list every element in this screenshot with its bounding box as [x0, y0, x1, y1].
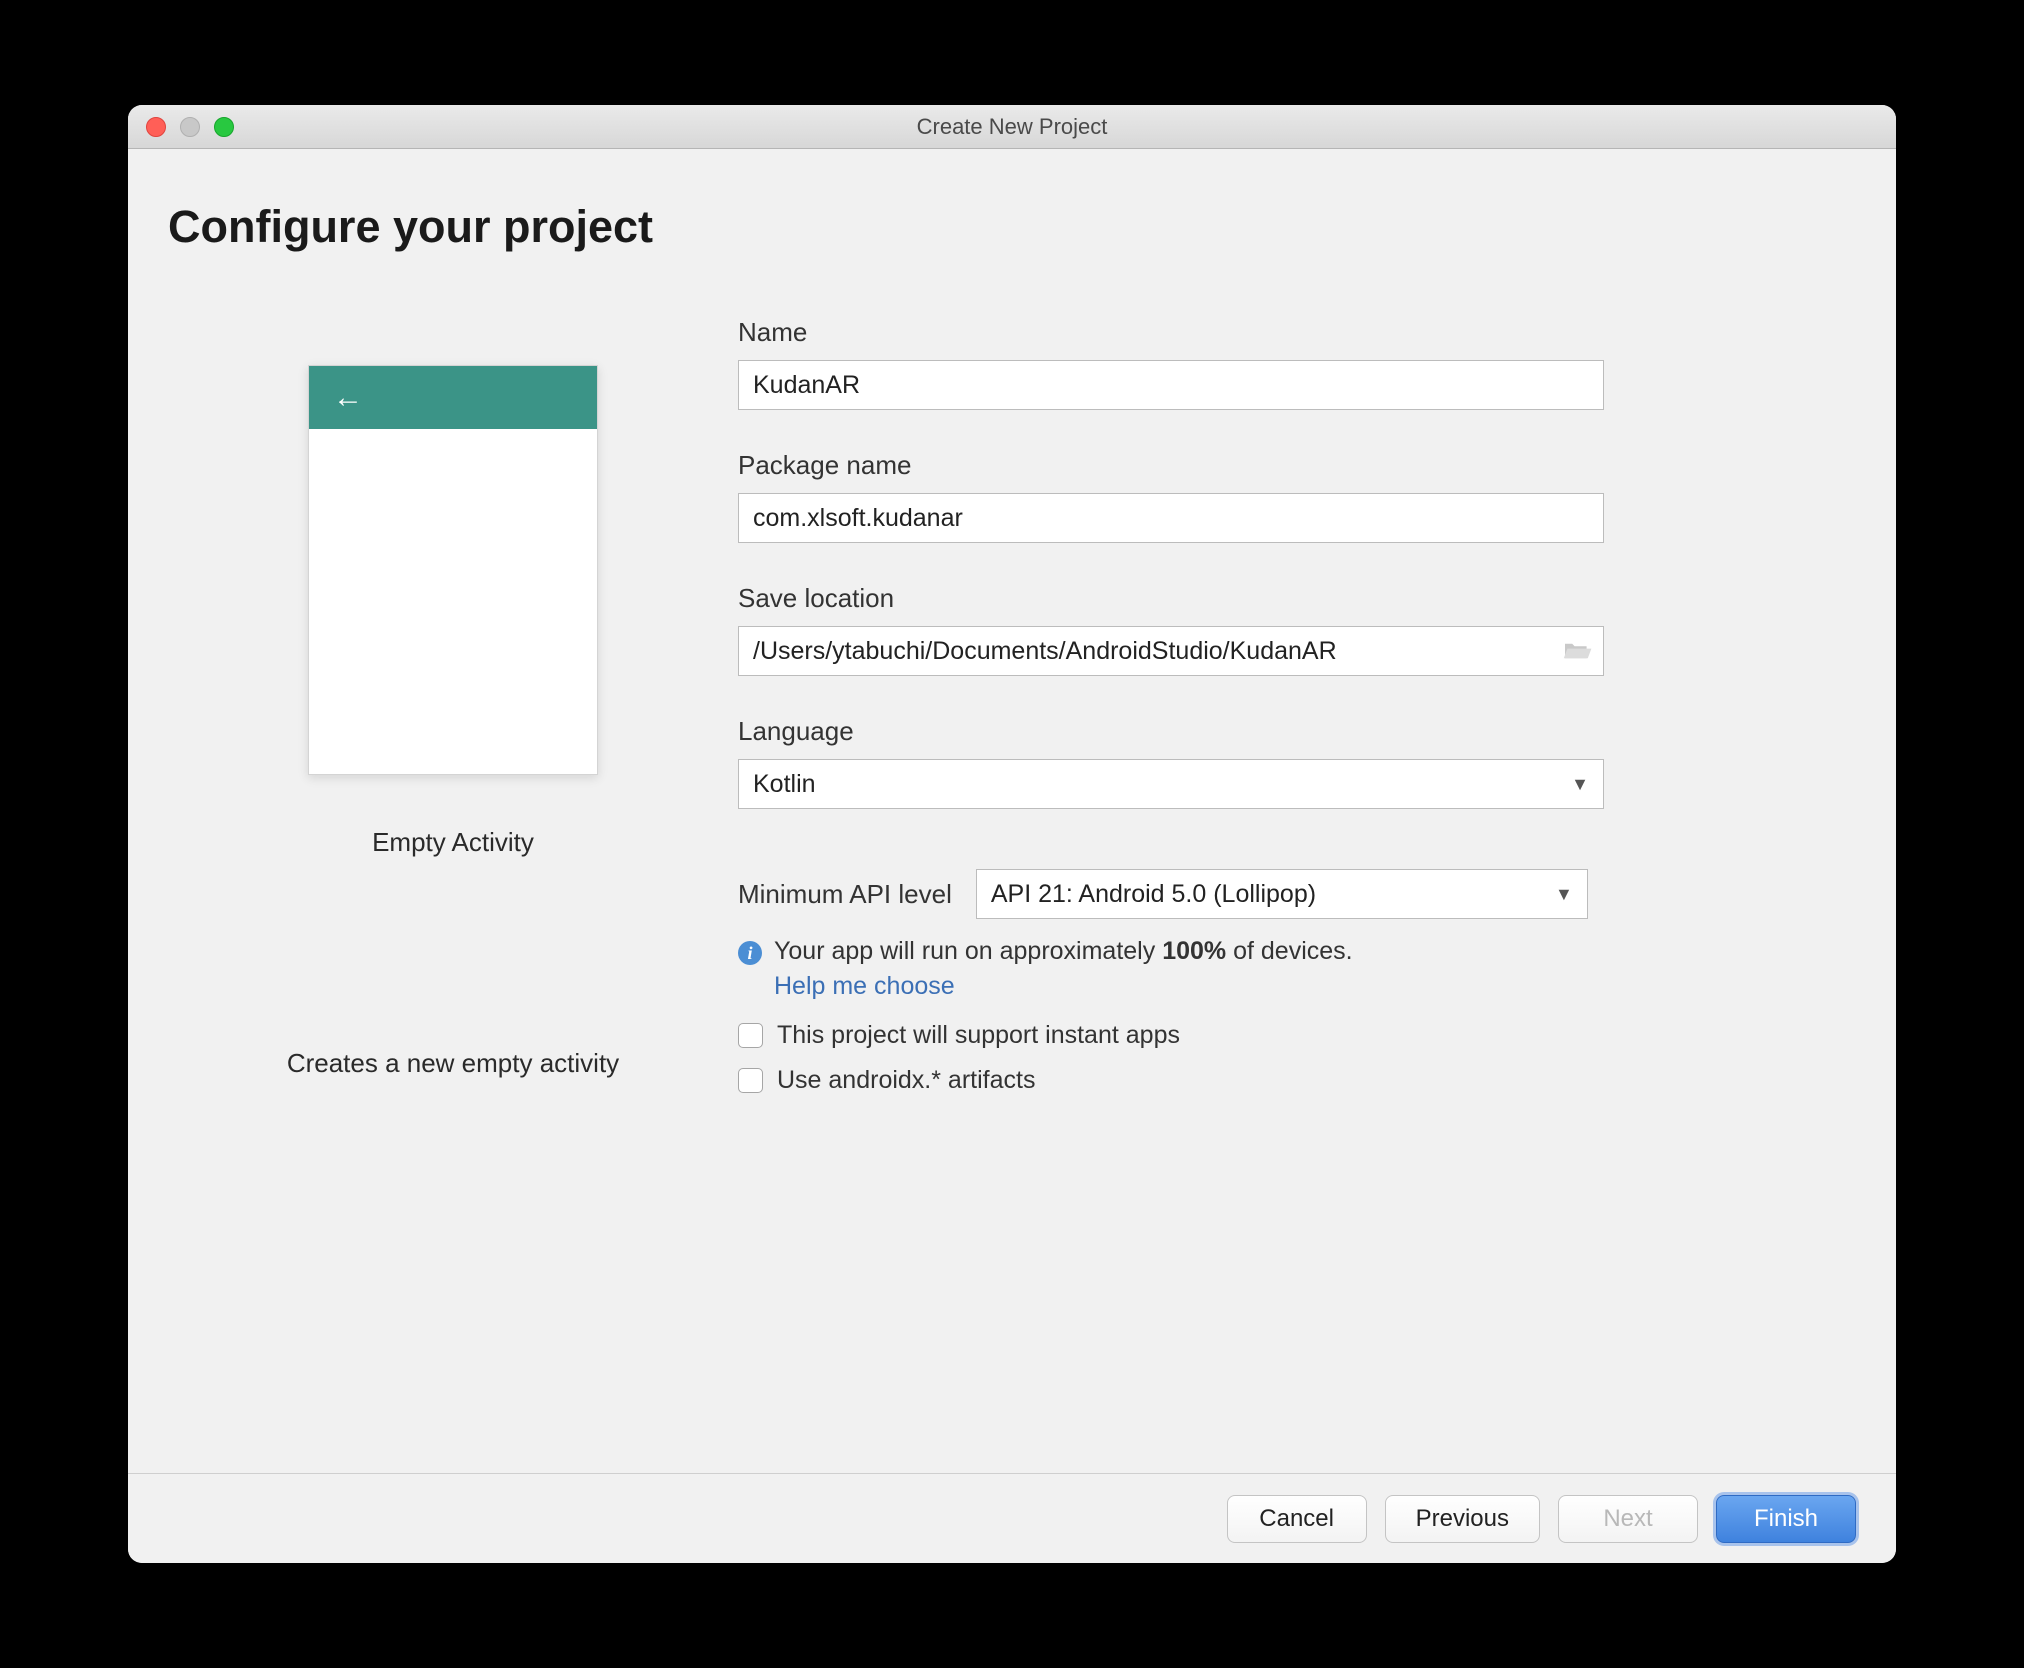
dialog-window: Create New Project Configure your projec…	[128, 105, 1896, 1563]
next-button: Next	[1558, 1495, 1698, 1543]
page-title: Configure your project	[168, 201, 1856, 253]
chevron-down-icon: ▼	[1555, 884, 1573, 905]
field-name: Name	[738, 317, 1856, 410]
template-name: Empty Activity	[372, 827, 534, 858]
checkbox-androidx-label: Use androidx.* artifacts	[777, 1066, 1035, 1095]
compatibility-info: i Your app will run on approximately 100…	[738, 937, 1856, 966]
info-text-2: of devices.	[1226, 937, 1352, 965]
template-preview: ←	[308, 365, 598, 775]
field-location: Save location	[738, 583, 1856, 676]
info-icon: i	[738, 941, 762, 965]
api-select[interactable]: API 21: Android 5.0 (Lollipop) ▼	[976, 869, 1588, 919]
dialog-footer: Cancel Previous Next Finish	[128, 1473, 1896, 1563]
finish-button[interactable]: Finish	[1716, 1495, 1856, 1543]
folder-open-icon[interactable]	[1562, 639, 1592, 663]
window-title: Create New Project	[128, 114, 1896, 140]
info-text-1: Your app will run on approximately	[774, 937, 1162, 965]
titlebar: Create New Project	[128, 105, 1896, 149]
form-column: Name Package name Save location	[738, 313, 1856, 1473]
api-label: Minimum API level	[738, 879, 952, 910]
help-me-choose-link[interactable]: Help me choose	[774, 972, 1856, 1001]
back-arrow-icon: ←	[333, 381, 363, 415]
language-label: Language	[738, 716, 1856, 747]
previous-button[interactable]: Previous	[1385, 1495, 1540, 1543]
package-input[interactable]	[738, 493, 1604, 543]
body-columns: ← Empty Activity Creates a new empty act…	[168, 313, 1856, 1473]
package-label: Package name	[738, 450, 1856, 481]
field-package: Package name	[738, 450, 1856, 543]
language-value: Kotlin	[753, 770, 816, 799]
language-select[interactable]: Kotlin ▼	[738, 759, 1604, 809]
template-description: Creates a new empty activity	[287, 1048, 619, 1079]
preview-column: ← Empty Activity Creates a new empty act…	[168, 313, 738, 1473]
field-language: Language Kotlin ▼	[738, 716, 1856, 809]
checkbox-instant-label: This project will support instant apps	[777, 1021, 1180, 1050]
info-percent: 100%	[1162, 937, 1226, 965]
location-label: Save location	[738, 583, 1856, 614]
field-api: Minimum API level API 21: Android 5.0 (L…	[738, 869, 1856, 919]
name-label: Name	[738, 317, 1856, 348]
checkbox-androidx[interactable]: Use androidx.* artifacts	[738, 1066, 1856, 1095]
preview-appbar: ←	[309, 366, 597, 429]
content-area: Configure your project ← Empty Activity …	[128, 149, 1896, 1473]
api-value: API 21: Android 5.0 (Lollipop)	[991, 880, 1316, 909]
location-input[interactable]	[738, 626, 1604, 676]
chevron-down-icon: ▼	[1571, 774, 1589, 795]
name-input[interactable]	[738, 360, 1604, 410]
checkbox-icon[interactable]	[738, 1023, 763, 1048]
checkbox-instant-apps[interactable]: This project will support instant apps	[738, 1021, 1856, 1050]
checkbox-icon[interactable]	[738, 1068, 763, 1093]
cancel-button[interactable]: Cancel	[1227, 1495, 1367, 1543]
